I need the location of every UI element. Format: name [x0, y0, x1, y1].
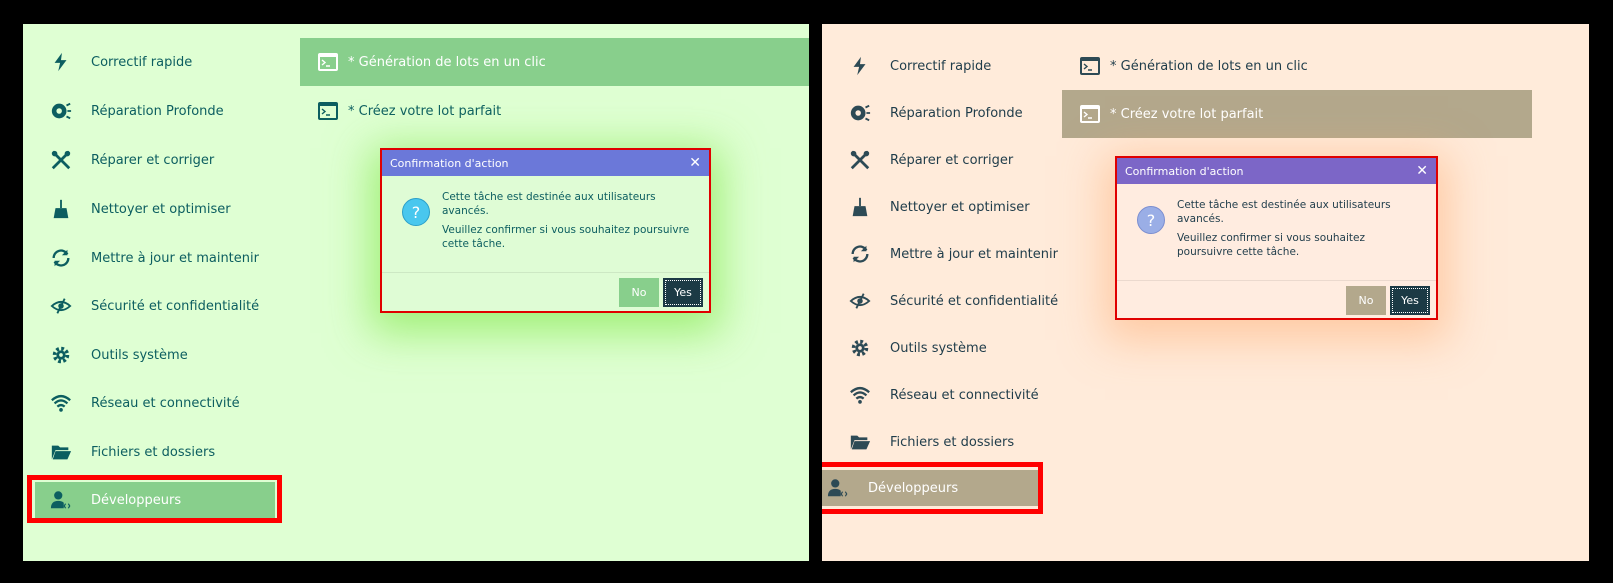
wifi-icon: [49, 391, 73, 415]
refresh-icon: [49, 246, 73, 270]
sidebar-item-files[interactable]: Fichiers et dossiers: [35, 432, 275, 472]
privacy-eye-icon: [848, 289, 872, 313]
task-perfect-batch[interactable]: * Créez votre lot parfait: [300, 87, 809, 135]
sidebar-item-label: Fichiers et dossiers: [890, 434, 1015, 450]
sidebar-item-security[interactable]: Sécurité et confidentialité: [35, 286, 275, 326]
dialog-footer: No Yes: [382, 272, 709, 311]
sidebar-item-label: Sécurité et confidentialité: [890, 293, 1059, 309]
left-theme-panel: Correctif rapide Réparation Profonde Rép…: [23, 24, 809, 561]
privacy-eye-icon: [49, 294, 73, 318]
sidebar-item-label: Outils système: [91, 347, 188, 363]
sidebar-item-clean[interactable]: Nettoyer et optimiser: [834, 187, 1074, 227]
sidebar-item-label: Réparation Profonde: [91, 103, 224, 119]
bolt-icon: [49, 50, 73, 74]
task-one-click-batch[interactable]: * Génération de lots en un clic: [1062, 42, 1532, 90]
task-label: * Génération de lots en un clic: [1110, 58, 1308, 74]
sidebar-item-update[interactable]: Mettre à jour et maintenir: [35, 238, 275, 278]
wifi-icon: [848, 383, 872, 407]
sidebar-item-label: Mettre à jour et maintenir: [91, 250, 259, 266]
deep-repair-icon: [848, 101, 872, 125]
yes-button[interactable]: Yes: [1390, 285, 1430, 315]
dialog-title: Confirmation d'action: [390, 156, 509, 170]
dialog-message-line2: Veuillez confirmer si vous souhaitez pou…: [442, 224, 690, 250]
deep-repair-icon: [49, 99, 73, 123]
sidebar-item-label: Réseau et connectivité: [91, 395, 240, 411]
sidebar-item-system-tools[interactable]: Outils système: [35, 335, 275, 375]
gear-icon: [848, 336, 872, 360]
sidebar-item-label: Correctif rapide: [890, 58, 992, 74]
sidebar-item-label: Nettoyer et optimiser: [890, 199, 1030, 215]
sidebar-item-security[interactable]: Sécurité et confidentialité: [834, 281, 1074, 321]
no-button[interactable]: No: [619, 277, 659, 307]
sidebar-item-deep-repair[interactable]: Réparation Profonde: [834, 93, 1074, 133]
sidebar-item-label: Fichiers et dossiers: [91, 444, 216, 460]
terminal-icon: [318, 102, 338, 120]
sidebar-item-clean[interactable]: Nettoyer et optimiser: [35, 189, 275, 229]
sidebar-item-quick-fix[interactable]: Correctif rapide: [35, 42, 275, 82]
dialog-message-line1: Cette tâche est destinée aux utilisateur…: [1177, 199, 1391, 225]
sidebar-item-label: Réseau et connectivité: [890, 387, 1039, 403]
sidebar-item-network[interactable]: Réseau et connectivité: [35, 383, 275, 423]
sidebar-item-update[interactable]: Mettre à jour et maintenir: [834, 234, 1074, 274]
sidebar-item-label: Réparer et corriger: [91, 152, 215, 168]
task-perfect-batch[interactable]: * Créez votre lot parfait: [1062, 90, 1532, 138]
close-icon[interactable]: ✕: [1416, 164, 1428, 178]
confirmation-dialog: Confirmation d'action ✕ ? Cette tâche es…: [380, 148, 711, 313]
bolt-icon: [848, 54, 872, 78]
dialog-footer: No Yes: [1117, 280, 1436, 319]
sidebar-item-quick-fix[interactable]: Correctif rapide: [834, 46, 1074, 86]
dialog-message-line1: Cette tâche est destinée aux utilisateur…: [442, 191, 656, 217]
sidebar-item-deep-repair[interactable]: Réparation Profonde: [35, 91, 275, 131]
task-label: * Créez votre lot parfait: [1110, 106, 1264, 122]
sidebar-item-label: Réparation Profonde: [890, 105, 1023, 121]
dialog-title-bar: Confirmation d'action ✕: [382, 150, 709, 176]
dialog-message: Cette tâche est destinée aux utilisateur…: [1177, 198, 1424, 280]
terminal-icon: [1080, 57, 1100, 75]
sidebar-item-label: Outils système: [890, 340, 987, 356]
folder-open-icon: [848, 430, 872, 454]
sidebar-item-label: Nettoyer et optimiser: [91, 201, 231, 217]
task-one-click-batch[interactable]: * Génération de lots en un clic: [300, 38, 809, 86]
confirmation-dialog: Confirmation d'action ✕ ? Cette tâche es…: [1115, 156, 1438, 320]
sidebar-item-system-tools[interactable]: Outils système: [834, 328, 1074, 368]
folder-open-icon: [49, 440, 73, 464]
broom-icon: [49, 197, 73, 221]
tools-icon: [848, 148, 872, 172]
dialog-body: ? Cette tâche est destinée aux utilisate…: [1117, 184, 1436, 280]
right-theme-panel: Correctif rapide Réparation Profonde Rép…: [822, 24, 1589, 561]
sidebar-item-label: Sécurité et confidentialité: [91, 298, 260, 314]
sidebar-item-files[interactable]: Fichiers et dossiers: [834, 422, 1074, 462]
sidebar-item-repair[interactable]: Réparer et corriger: [834, 140, 1074, 180]
sidebar-item-network[interactable]: Réseau et connectivité: [834, 375, 1074, 415]
task-label: * Créez votre lot parfait: [348, 103, 502, 119]
close-icon[interactable]: ✕: [689, 156, 701, 170]
tools-icon: [49, 148, 73, 172]
no-button[interactable]: No: [1346, 285, 1386, 315]
yes-button[interactable]: Yes: [663, 277, 703, 307]
dialog-title: Confirmation d'action: [1125, 164, 1244, 178]
terminal-icon: [1080, 105, 1100, 123]
gear-icon: [49, 343, 73, 367]
dialog-title-bar: Confirmation d'action ✕: [1117, 158, 1436, 184]
task-label: * Génération de lots en un clic: [348, 54, 546, 70]
broom-icon: [848, 195, 872, 219]
dialog-message-line2: Veuillez confirmer si vous souhaitez pou…: [1177, 232, 1365, 258]
selection-highlight: [822, 462, 1043, 514]
sidebar-item-label: Réparer et corriger: [890, 152, 1014, 168]
refresh-icon: [848, 242, 872, 266]
selection-highlight: [27, 475, 282, 523]
dialog-message: Cette tâche est destinée aux utilisateur…: [442, 190, 697, 272]
sidebar-item-label: Mettre à jour et maintenir: [890, 246, 1058, 262]
terminal-icon: [318, 53, 338, 71]
sidebar-item-label: Correctif rapide: [91, 54, 193, 70]
question-icon: ?: [1137, 206, 1165, 234]
dialog-body: ? Cette tâche est destinée aux utilisate…: [382, 176, 709, 272]
sidebar-item-repair[interactable]: Réparer et corriger: [35, 140, 275, 180]
question-icon: ?: [402, 198, 430, 226]
